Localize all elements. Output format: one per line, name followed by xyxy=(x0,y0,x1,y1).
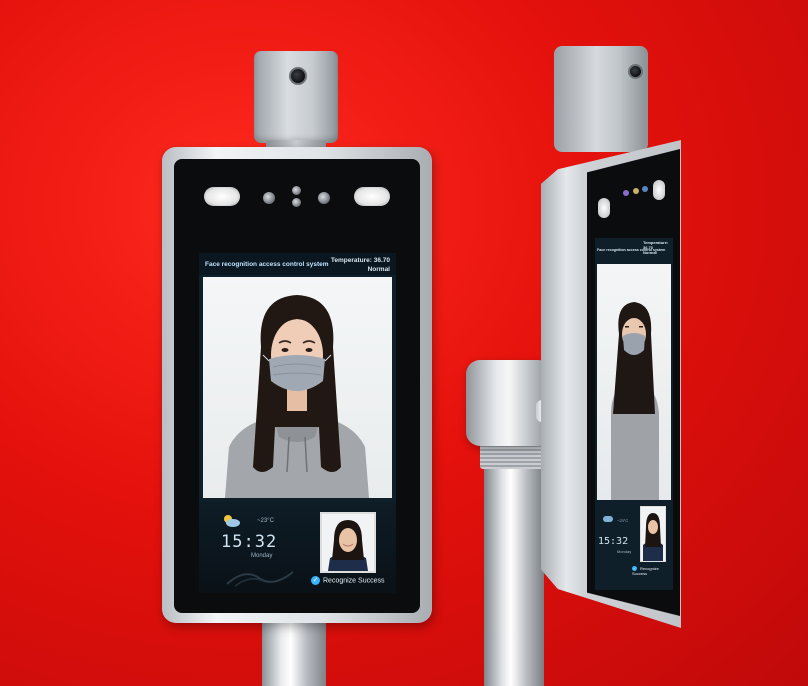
front-device-ir-light-left xyxy=(204,187,240,206)
front-device-check-icon: ✓ xyxy=(311,576,320,585)
side-device-person-image xyxy=(611,302,659,500)
side-device-ir-light-left xyxy=(598,198,610,218)
side-device-screen: Face recognition access control system T… xyxy=(595,238,673,590)
front-device-sensor-dot xyxy=(318,192,330,204)
front-device-screen: Face recognition access control system T… xyxy=(199,253,396,593)
front-device-temperature-label: Temperature: 36.70 xyxy=(330,257,390,264)
side-device-sensor-dot xyxy=(623,190,629,196)
front-device-camera-feed xyxy=(203,277,392,498)
front-device-thermal-camera xyxy=(254,51,338,143)
front-device-temperature: Temperature: 36.70 Normal xyxy=(331,256,390,274)
side-device-ir-light-right xyxy=(653,180,665,200)
front-device-recognize-text: Recognize Success xyxy=(323,577,385,585)
front-device-sensor-dot xyxy=(292,186,301,195)
side-device-camera-feed xyxy=(597,264,671,500)
side-device-sensor-dot xyxy=(633,188,639,194)
side-device-thermal-camera xyxy=(554,46,648,152)
side-device-pole xyxy=(484,440,544,686)
front-device-recognize-success: ✓ Recognize Success xyxy=(311,576,384,585)
side-device-match-thumbnail xyxy=(640,506,666,562)
side-device-recognize-success: ✓ Recognize Success xyxy=(632,566,673,576)
front-device-temperature-status: Normal xyxy=(367,266,390,273)
front-device-weekday: Monday xyxy=(251,553,273,559)
side-device-match-face-image xyxy=(643,513,663,561)
side-device-temperature-label: Temperature: 36.70 xyxy=(643,240,669,250)
front-device-decorative-pattern xyxy=(226,571,294,587)
side-device-sensor-dot xyxy=(642,186,648,192)
front-device-person-image xyxy=(225,295,369,498)
side-device-weekday: Monday xyxy=(617,549,632,554)
side-device-weather-icon xyxy=(603,516,613,522)
front-device-header: Face recognition access control system T… xyxy=(199,253,396,275)
front-device-match-thumbnail xyxy=(320,512,376,573)
side-device-pole-ring xyxy=(480,443,548,469)
side-device-clock: 15:32 xyxy=(598,536,629,547)
front-device-camera-lens-icon xyxy=(289,67,307,85)
side-device-temperature-status: Normal xyxy=(643,250,657,255)
side-device-camera-lens-icon xyxy=(628,64,643,79)
side-device-temperature: Temperature: 36.70 Normal xyxy=(643,240,673,255)
front-device-weather-temp: ~23°C xyxy=(257,518,274,524)
side-device-weather-temp: ~23°C xyxy=(617,518,629,523)
front-device-header-title: Face recognition access control system xyxy=(205,261,329,268)
front-device-info-panel: ~23°C 15:32 Monday ✓ Recognize Success xyxy=(199,502,396,593)
front-device-weather-icon xyxy=(224,515,240,527)
front-device-ir-light-right xyxy=(354,187,390,206)
front-device-clock: 15:32 xyxy=(221,532,278,552)
front-device-match-face-image xyxy=(328,520,368,571)
front-device-sensor-dot xyxy=(292,198,301,207)
front-device-sensor-dot xyxy=(263,192,275,204)
